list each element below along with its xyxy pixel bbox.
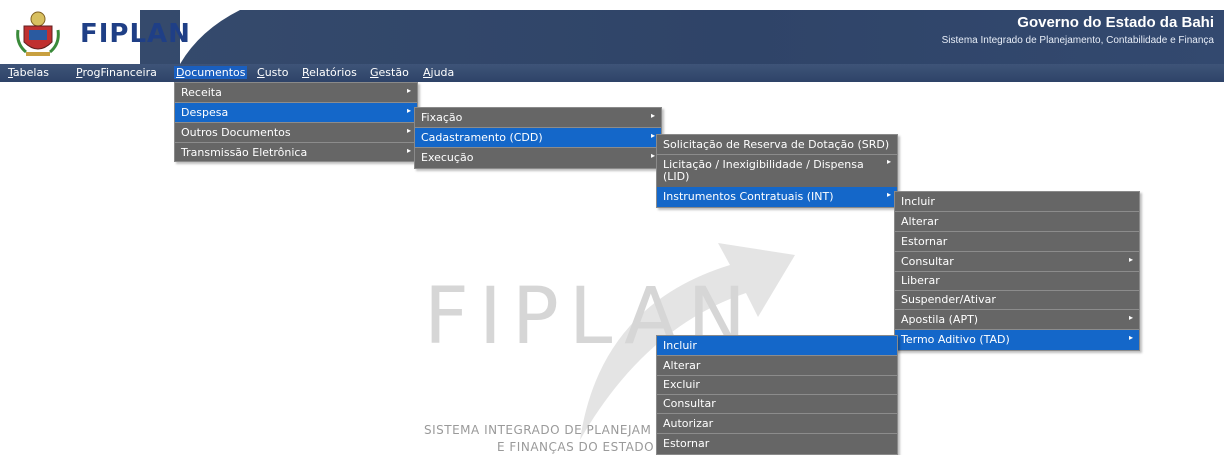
submenu-arrow-icon: ▸ <box>1128 333 1133 342</box>
menu-relatorios[interactable]: Relatórios <box>302 66 357 79</box>
menu-item-int-alterar-label: Alterar <box>901 215 939 228</box>
main-menubar: Tabelas ProgFinanceira Documentos Custo … <box>0 64 1224 82</box>
menu-item-tad-excluir-label: Excluir <box>663 378 700 391</box>
menu-ajuda[interactable]: Ajuda <box>423 66 454 79</box>
menu-item-int-label: Instrumentos Contratuais (INT) <box>663 190 834 203</box>
submenu-arrow-icon: ▸ <box>886 190 891 199</box>
menu-item-int-liberar-label: Liberar <box>901 274 940 287</box>
menu-item-fixacao-label: Fixação <box>421 111 463 124</box>
menu-item-lid[interactable]: Licitação / Inexigibilidade / Dispensa (… <box>657 155 897 189</box>
menu-ajuda-label: juda <box>430 66 455 79</box>
menu-item-srd-label: Solicitação de Reserva de Dotação (SRD) <box>663 138 890 151</box>
menu-item-int-termo-aditivo[interactable]: Termo Aditivo (TAD) ▸ <box>895 330 1139 350</box>
menu-item-srd[interactable]: Solicitação de Reserva de Dotação (SRD) <box>657 135 897 155</box>
submenu-arrow-icon: ▸ <box>1128 255 1133 264</box>
menu-item-receita[interactable]: Receita ▸ <box>175 83 417 103</box>
menu-item-tad-consultar-label: Consultar <box>663 397 716 410</box>
menu-item-int-liberar[interactable]: Liberar <box>895 271 1139 291</box>
menu-item-tad-estornar[interactable]: Estornar <box>657 434 897 454</box>
menu-item-outros-documentos[interactable]: Outros Documentos ▸ <box>175 123 417 143</box>
coat-of-arms-icon <box>16 11 60 56</box>
menu-item-fixacao[interactable]: Fixação ▸ <box>415 108 661 128</box>
submenu-arrow-icon: ▸ <box>406 86 411 95</box>
menu-tabelas[interactable]: Tabelas <box>8 66 49 79</box>
government-title: Governo do Estado da Bahi <box>1017 14 1214 31</box>
menu-gestao-label: estão <box>378 66 409 79</box>
menu-item-execucao-label: Execução <box>421 151 474 164</box>
menu-ajuda-accel: A <box>423 66 431 79</box>
menu-item-receita-label: Receita <box>181 86 222 99</box>
menu-item-lid-label: Licitação / Inexigibilidade / Dispensa (… <box>663 158 864 183</box>
menu-item-tad-incluir-label: Incluir <box>663 339 697 352</box>
menu-item-tad-alterar-label: Alterar <box>663 359 701 372</box>
submenu-arrow-icon: ▸ <box>1128 313 1133 322</box>
menu-item-execucao[interactable]: Execução ▸ <box>415 148 661 168</box>
government-subtitle: Sistema Integrado de Planejamento, Conta… <box>941 35 1214 46</box>
menu-item-int[interactable]: Instrumentos Contratuais (INT) ▸ <box>657 187 897 207</box>
submenu-arrow-icon: ▸ <box>406 126 411 135</box>
menu-item-tad-estornar-label: Estornar <box>663 437 710 450</box>
menu-item-transmissao-eletronica[interactable]: Transmissão Eletrônica ▸ <box>175 143 417 163</box>
menu-item-int-consultar[interactable]: Consultar ▸ <box>895 252 1139 272</box>
menu-cdd-dropdown: Solicitação de Reserva de Dotação (SRD) … <box>656 134 898 208</box>
submenu-arrow-icon: ▸ <box>650 131 655 140</box>
menu-item-tad-consultar[interactable]: Consultar <box>657 394 897 414</box>
menu-item-int-incluir-label: Incluir <box>901 195 935 208</box>
menu-item-outros-documentos-label: Outros Documentos <box>181 126 291 139</box>
submenu-arrow-icon: ▸ <box>406 106 411 115</box>
menu-custo-label: usto <box>264 66 289 79</box>
menu-item-tad-autorizar[interactable]: Autorizar <box>657 414 897 434</box>
menu-progfinanceira-label: rogFinanceira <box>82 66 157 79</box>
menu-item-tad-excluir[interactable]: Excluir <box>657 375 897 395</box>
menu-item-int-suspender-ativar-label: Suspender/Ativar <box>901 293 996 306</box>
menu-item-int-incluir[interactable]: Incluir <box>895 192 1139 212</box>
menu-item-despesa-label: Despesa <box>181 106 229 119</box>
menu-gestao[interactable]: Gestão <box>370 66 409 79</box>
menu-tad-dropdown: Incluir Alterar Excluir Consultar Autori… <box>656 335 898 455</box>
submenu-arrow-icon: ▸ <box>406 146 411 155</box>
menu-item-transmissao-eletronica-label: Transmissão Eletrônica <box>181 146 308 159</box>
menu-item-tad-incluir[interactable]: Incluir <box>657 336 897 356</box>
header: FIPLAN Governo do Estado da Bahi Sistema… <box>0 0 1224 64</box>
menu-item-cadastramento-cdd[interactable]: Cadastramento (CDD) ▸ <box>415 128 661 148</box>
menu-item-int-suspender-ativar[interactable]: Suspender/Ativar <box>895 290 1139 310</box>
menu-item-despesa[interactable]: Despesa ▸ <box>175 103 417 123</box>
submenu-arrow-icon: ▸ <box>650 151 655 160</box>
menu-custo-accel: C <box>257 66 265 79</box>
menu-item-tad-autorizar-label: Autorizar <box>663 417 714 430</box>
menu-progfinanceira[interactable]: ProgFinanceira <box>76 66 157 79</box>
submenu-arrow-icon: ▸ <box>650 111 655 120</box>
menu-relatorios-label: elatórios <box>309 66 357 79</box>
menu-tabelas-label: abelas <box>12 66 49 79</box>
menu-documentos[interactable]: Documentos <box>174 66 248 79</box>
menu-item-int-apostila-label: Apostila (APT) <box>901 313 979 326</box>
menu-item-int-consultar-label: Consultar <box>901 255 954 268</box>
menu-item-cadastramento-cdd-label: Cadastramento (CDD) <box>421 131 543 144</box>
menu-item-int-termo-aditivo-label: Termo Aditivo (TAD) <box>901 333 1010 346</box>
menu-item-int-alterar[interactable]: Alterar <box>895 212 1139 232</box>
app-logo[interactable]: FIPLAN <box>80 19 191 49</box>
menu-despesa-dropdown: Fixação ▸ Cadastramento (CDD) ▸ Execução ▸ <box>414 107 662 169</box>
menu-gestao-accel: G <box>370 66 379 79</box>
menu-documentos-dropdown: Receita ▸ Despesa ▸ Outros Documentos ▸ Tra… <box>174 82 418 162</box>
menu-item-int-apostila[interactable]: Apostila (APT) ▸ <box>895 310 1139 330</box>
menu-custo[interactable]: Custo <box>257 66 288 79</box>
menu-item-int-estornar-label: Estornar <box>901 235 948 248</box>
watermark-line-1: SISTEMA INTEGRADO DE PLANEJAM <box>424 423 652 437</box>
menu-documentos-label: ocumentos <box>184 66 246 79</box>
menu-int-dropdown: Incluir Alterar Estornar Consultar ▸ Libe… <box>894 191 1140 351</box>
menu-item-tad-alterar[interactable]: Alterar <box>657 356 897 376</box>
menu-item-int-estornar[interactable]: Estornar <box>895 232 1139 252</box>
submenu-arrow-icon: ▸ <box>886 157 891 166</box>
